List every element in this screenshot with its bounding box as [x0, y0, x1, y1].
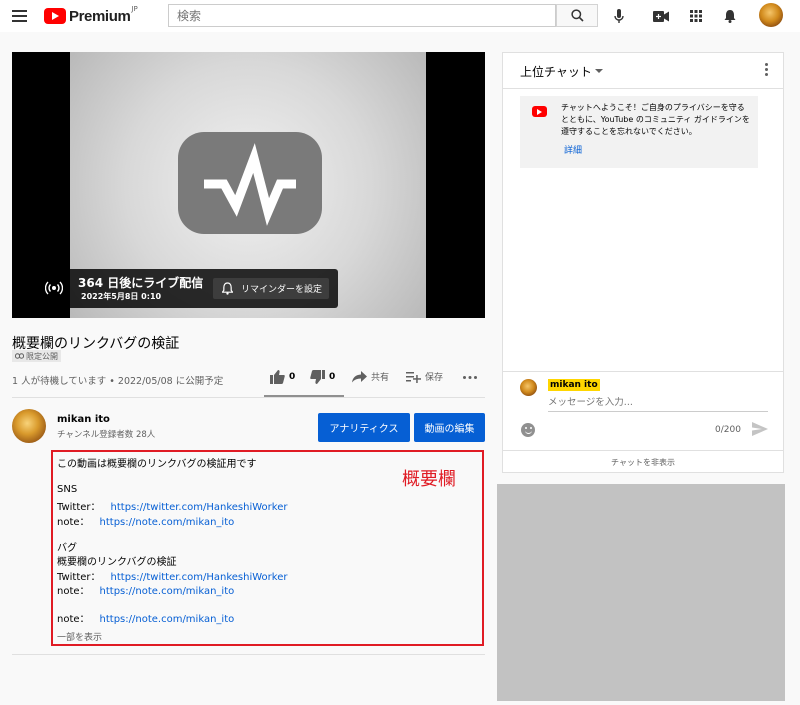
emoji-icon[interactable] — [521, 423, 535, 437]
analytics-button[interactable]: アナリティクス — [318, 413, 410, 442]
like-button[interactable]: 0 — [270, 370, 295, 384]
link-icon — [15, 353, 24, 359]
bug-title: 概要欄のリンクバグの検証 — [57, 557, 177, 568]
chat-header: 上位チャット — [503, 53, 783, 89]
chat-username: mikan ito — [548, 379, 600, 391]
twitter-link[interactable]: https://twitter.com/HankeshiWorker — [111, 502, 288, 513]
show-less-button[interactable]: 一部を表示 — [57, 630, 102, 643]
bug-heading: バグ — [57, 543, 77, 554]
youtube-icon — [532, 106, 547, 117]
search-button[interactable] — [556, 4, 598, 27]
set-reminder-button[interactable]: リマインダーを設定 — [213, 278, 329, 299]
share-label: 共有 — [371, 373, 390, 383]
create-video-icon[interactable] — [652, 7, 670, 25]
note-label: note： — [57, 517, 90, 528]
bell-icon — [222, 282, 233, 295]
note-link[interactable]: https://note.com/mikan_ito — [100, 614, 235, 625]
more-actions-button[interactable] — [463, 376, 481, 379]
note-link[interactable]: https://note.com/mikan_ito — [100, 586, 235, 597]
live-date: 2022年5月8日 0:10 — [81, 292, 162, 301]
welcome-text: チャットへようこそ！ご自身のプライバシーを守るとともに、YouTube のコミュ… — [561, 103, 750, 136]
description-intro: この動画は概要欄のリンクバグの検証用です — [57, 459, 257, 470]
live-countdown: 364 日後にライブ配信 — [78, 276, 204, 290]
top-bar: Premium JP — [0, 0, 800, 32]
more-vertical-icon[interactable] — [765, 63, 769, 78]
note-label: note： — [57, 586, 90, 597]
divider — [12, 397, 485, 398]
learn-more-link[interactable]: 詳細 — [564, 143, 582, 156]
visibility-label: 限定公開 — [26, 351, 58, 361]
search-input[interactable] — [168, 4, 556, 27]
live-chat-panel: 上位チャット チャットへようこそ！ご自身のプライバシーを守るとともに、YouTu… — [502, 52, 784, 473]
thumbs-down-icon — [310, 370, 325, 384]
character-counter: 0/200 — [715, 425, 741, 435]
chevron-down-icon[interactable] — [595, 69, 603, 73]
playlist-add-icon — [406, 371, 421, 383]
dislike-count: 0 — [329, 372, 336, 382]
visibility-badge: 限定公開 — [12, 350, 61, 362]
thumbs-up-icon — [270, 370, 285, 384]
live-placeholder-logo — [178, 132, 322, 234]
notifications-bell-icon[interactable] — [721, 7, 739, 25]
menu-icon[interactable] — [12, 10, 27, 22]
save-button[interactable]: 保存 — [406, 370, 443, 383]
hide-chat-button[interactable]: チャットを非表示 — [503, 450, 783, 473]
chat-message-input[interactable] — [548, 397, 768, 412]
logo-text: Premium — [69, 7, 131, 25]
sns-heading: SNS — [57, 484, 78, 495]
avatar — [520, 379, 537, 396]
twitter-label: Twitter： — [57, 502, 101, 513]
live-schedule-bar: 364 日後にライブ配信 2022年5月8日 0:10 リマインダーを設定 — [31, 269, 338, 308]
note-line-1: note： https://note.com/mikan_ito — [57, 513, 234, 528]
youtube-premium-logo[interactable]: Premium JP — [44, 5, 138, 25]
side-panel-placeholder — [497, 484, 785, 701]
apps-grid-icon[interactable] — [687, 7, 705, 25]
more-horizontal-icon — [463, 376, 477, 379]
note-label: note： — [57, 614, 90, 625]
note-line-2: note： https://note.com/mikan_ito — [57, 582, 234, 597]
save-label: 保存 — [425, 373, 444, 383]
note-link[interactable]: https://note.com/mikan_ito — [100, 517, 235, 528]
note-line-3: note： https://note.com/mikan_ito — [57, 610, 234, 625]
divider — [12, 654, 485, 655]
share-button[interactable]: 共有 — [352, 370, 389, 383]
microphone-icon[interactable] — [610, 7, 628, 25]
live-broadcast-icon — [45, 281, 63, 295]
chat-welcome-message: チャットへようこそ！ご自身のプライバシーを守るとともに、YouTube のコミュ… — [520, 96, 758, 168]
subscriber-count: チャンネル登録者数 28人 — [57, 430, 156, 440]
search-icon — [570, 9, 584, 22]
twitter-line-1: Twitter： https://twitter.com/HankeshiWork… — [57, 498, 287, 513]
account-avatar[interactable] — [759, 3, 783, 27]
reminder-label: リマインダーを設定 — [241, 285, 323, 295]
chat-mode-selector[interactable]: 上位チャット — [520, 63, 592, 80]
send-icon[interactable] — [752, 422, 768, 436]
youtube-play-icon — [44, 8, 66, 24]
like-count: 0 — [289, 372, 296, 382]
edit-video-button[interactable]: 動画の編集 — [414, 413, 485, 442]
video-player[interactable]: 364 日後にライブ配信 2022年5月8日 0:10 リマインダーを設定 — [12, 52, 485, 318]
channel-name[interactable]: mikan ito — [57, 414, 110, 425]
twitter-line-2: Twitter： https://twitter.com/HankeshiWork… — [57, 568, 287, 583]
share-arrow-icon — [352, 370, 367, 382]
description-annotation: 概要欄 — [402, 469, 456, 490]
logo-region: JP — [131, 5, 138, 13]
waiting-info: 1 人が待機しています • 2022/05/08 に公開予定 — [12, 376, 224, 387]
channel-avatar[interactable] — [12, 409, 46, 443]
chat-input-area: mikan ito 0/200 — [503, 371, 783, 449]
dislike-button[interactable]: 0 — [310, 370, 335, 384]
